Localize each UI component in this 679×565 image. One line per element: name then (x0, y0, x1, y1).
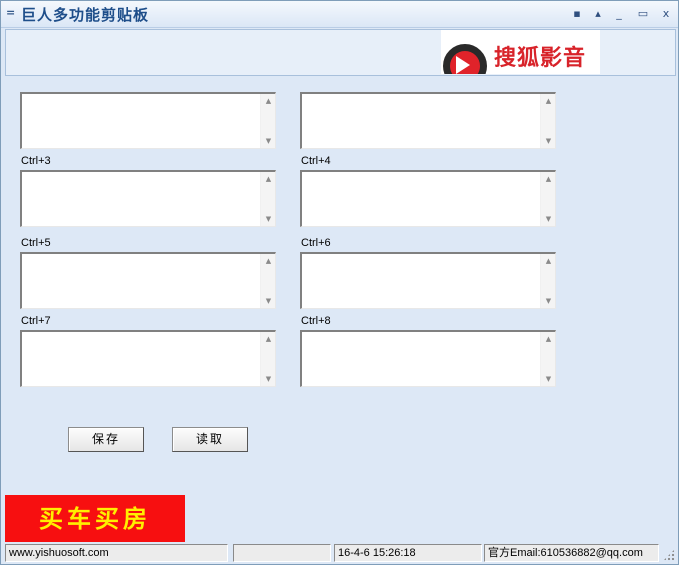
clip-text-1[interactable] (22, 94, 261, 148)
clip-memo-4[interactable]: ▲ ▼ (300, 170, 556, 227)
status-bar: www.yishuosoft.com 16-4-6 15:26:18 官方Ema… (1, 543, 678, 564)
scroll-up-icon[interactable]: ▲ (261, 95, 276, 107)
memo-scrollbar[interactable]: ▲ ▼ (260, 172, 275, 226)
clip-memo-7[interactable]: ▲ ▼ (20, 330, 276, 387)
clip-text-7[interactable] (22, 332, 261, 386)
car-house-ad[interactable]: 买车买房 (5, 495, 185, 542)
pin-icon[interactable]: ▪ (570, 7, 584, 21)
scroll-up-icon[interactable]: ▲ (541, 95, 556, 107)
clip-text-4[interactable] (302, 172, 541, 226)
label-ctrl-5: Ctrl+5 (21, 237, 51, 249)
scroll-down-icon[interactable]: ▼ (261, 373, 276, 385)
load-button[interactable]: 读取 (172, 427, 248, 452)
status-blank (233, 544, 331, 562)
sohu-video-ad[interactable]: 搜狐影音 (441, 30, 600, 74)
status-datetime: 16-4-6 15:26:18 (334, 544, 482, 562)
clip-memo-1[interactable]: ▲ ▼ (20, 92, 276, 149)
clip-memo-3[interactable]: ▲ ▼ (20, 170, 276, 227)
memo-scrollbar[interactable]: ▲ ▼ (260, 332, 275, 386)
clip-memo-2[interactable]: ▲ ▼ (300, 92, 556, 149)
clip-text-5[interactable] (22, 254, 261, 308)
scroll-down-icon[interactable]: ▼ (541, 135, 556, 147)
memo-scrollbar[interactable]: ▲ ▼ (260, 254, 275, 308)
scroll-up-icon[interactable]: ▲ (541, 255, 556, 267)
status-email[interactable]: 官方Email:610536882@qq.com (484, 544, 659, 562)
label-ctrl-7: Ctrl+7 (21, 315, 51, 327)
label-ctrl-4: Ctrl+4 (301, 155, 331, 167)
label-ctrl-6: Ctrl+6 (301, 237, 331, 249)
clip-text-8[interactable] (302, 332, 541, 386)
rollup-icon[interactable]: ▴ (591, 7, 605, 21)
scroll-down-icon[interactable]: ▼ (261, 295, 276, 307)
scroll-up-icon[interactable]: ▲ (261, 173, 276, 185)
resize-grip-icon[interactable] (663, 549, 675, 561)
sohu-video-ad-text: 搜狐影音 (494, 46, 587, 71)
play-icon (456, 56, 470, 74)
scroll-down-icon[interactable]: ▼ (261, 213, 276, 225)
clip-memo-5[interactable]: ▲ ▼ (20, 252, 276, 309)
clip-memo-8[interactable]: ▲ ▼ (300, 330, 556, 387)
scroll-down-icon[interactable]: ▼ (261, 135, 276, 147)
memo-scrollbar[interactable]: ▲ ▼ (260, 94, 275, 148)
scroll-up-icon[interactable]: ▲ (541, 173, 556, 185)
scroll-up-icon[interactable]: ▲ (261, 255, 276, 267)
clip-text-6[interactable] (302, 254, 541, 308)
scroll-down-icon[interactable]: ▼ (541, 213, 556, 225)
scroll-up-icon[interactable]: ▲ (541, 333, 556, 345)
title-bar[interactable]: = 巨人多功能剪贴板 ▪ ▴ _ ▭ x (1, 1, 678, 28)
minimize-button[interactable]: _ (612, 7, 626, 21)
scroll-up-icon[interactable]: ▲ (261, 333, 276, 345)
memo-scrollbar[interactable]: ▲ ▼ (540, 172, 555, 226)
memo-scrollbar[interactable]: ▲ ▼ (540, 332, 555, 386)
close-button[interactable]: x (659, 7, 673, 21)
memo-scrollbar[interactable]: ▲ ▼ (540, 254, 555, 308)
maximize-button[interactable]: ▭ (636, 7, 650, 21)
clip-text-2[interactable] (302, 94, 541, 148)
clip-text-3[interactable] (22, 172, 261, 226)
system-menu-icon[interactable]: = (6, 7, 16, 19)
clipboard-window: = 巨人多功能剪贴板 ▪ ▴ _ ▭ x 搜狐影音 ▲ ▼ ▲ ▼ Ctrl+3… (0, 0, 679, 565)
window-title: 巨人多功能剪贴板 (21, 6, 150, 24)
label-ctrl-3: Ctrl+3 (21, 155, 51, 167)
scroll-down-icon[interactable]: ▼ (541, 295, 556, 307)
memo-scrollbar[interactable]: ▲ ▼ (540, 94, 555, 148)
label-ctrl-8: Ctrl+8 (301, 315, 331, 327)
save-button[interactable]: 保存 (68, 427, 144, 452)
car-house-ad-text: 买车买房 (39, 504, 151, 533)
clip-memo-6[interactable]: ▲ ▼ (300, 252, 556, 309)
status-website[interactable]: www.yishuosoft.com (5, 544, 228, 562)
scroll-down-icon[interactable]: ▼ (541, 373, 556, 385)
